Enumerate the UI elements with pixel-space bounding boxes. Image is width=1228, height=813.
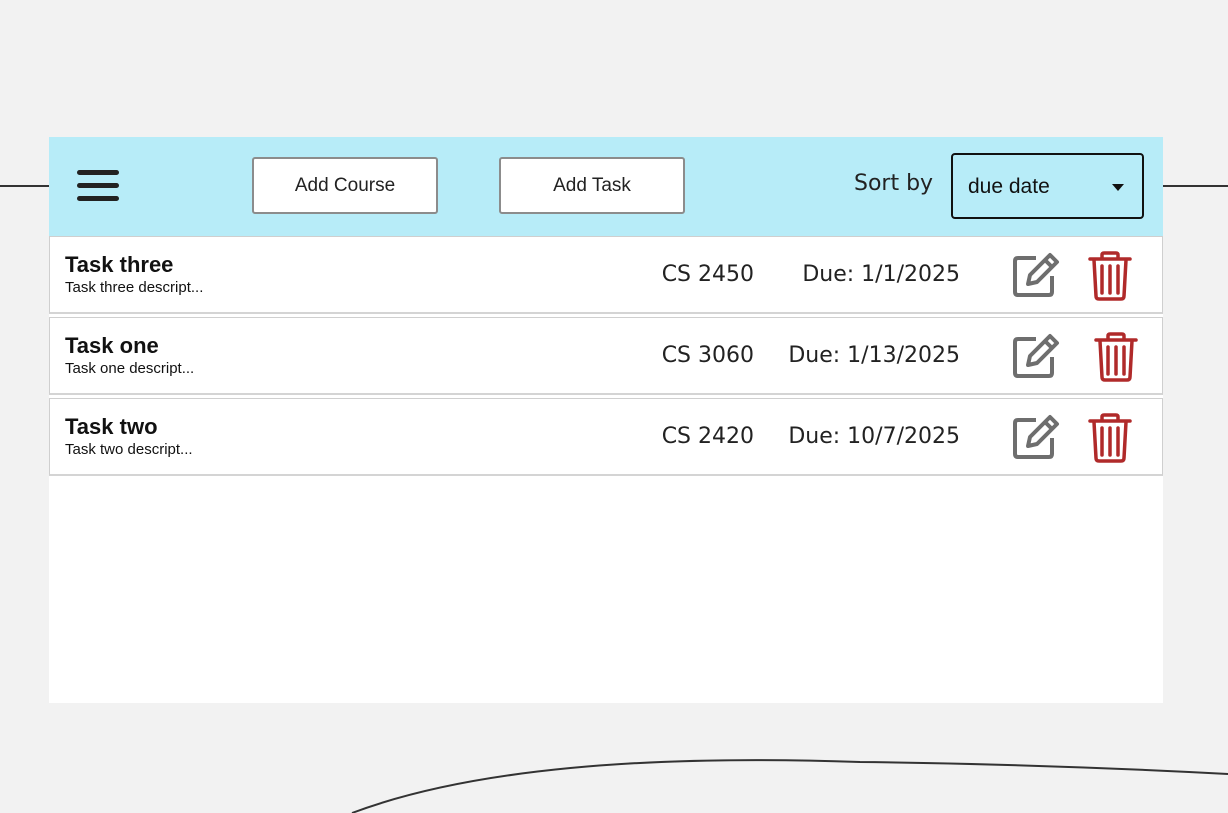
task-course: CS 2420: [661, 424, 754, 449]
sort-select[interactable]: due date: [951, 153, 1144, 219]
edit-icon[interactable]: [1012, 333, 1060, 379]
trash-icon[interactable]: [1094, 332, 1138, 382]
task-course: CS 2450: [661, 262, 754, 287]
task-course: CS 3060: [661, 343, 754, 368]
add-course-button[interactable]: Add Course: [252, 157, 438, 214]
task-row: Task two Task two descript... CS 2420 Du…: [49, 398, 1163, 476]
chevron-down-icon: [1112, 184, 1124, 191]
task-description: Task one descript...: [65, 360, 195, 377]
task-due-date: Due: 10/7/2025: [788, 424, 960, 449]
sort-selected-value: due date: [968, 175, 1050, 198]
task-row: Task three Task three descript... CS 245…: [49, 236, 1163, 314]
task-list: Task three Task three descript... CS 245…: [49, 236, 1163, 476]
hamburger-menu-icon[interactable]: [77, 170, 119, 202]
task-title: Task two: [65, 414, 158, 439]
task-description: Task three descript...: [65, 279, 204, 296]
task-due-date: Due: 1/1/2025: [802, 262, 960, 287]
task-due-date: Due: 1/13/2025: [788, 343, 960, 368]
sort-label: Sort by: [854, 171, 934, 196]
trash-icon[interactable]: [1088, 251, 1132, 301]
task-title: Task three: [65, 252, 174, 277]
trash-icon[interactable]: [1088, 413, 1132, 463]
edit-icon[interactable]: [1012, 414, 1060, 460]
edit-icon[interactable]: [1012, 252, 1060, 298]
task-panel: Add Course Add Task Sort by due date Tas…: [49, 137, 1163, 703]
task-description: Task two descript...: [65, 441, 193, 458]
task-row: Task one Task one descript... CS 3060 Du…: [49, 317, 1163, 395]
add-task-button[interactable]: Add Task: [499, 157, 685, 214]
task-title: Task one: [65, 333, 159, 358]
toolbar: Add Course Add Task Sort by due date: [49, 137, 1163, 237]
